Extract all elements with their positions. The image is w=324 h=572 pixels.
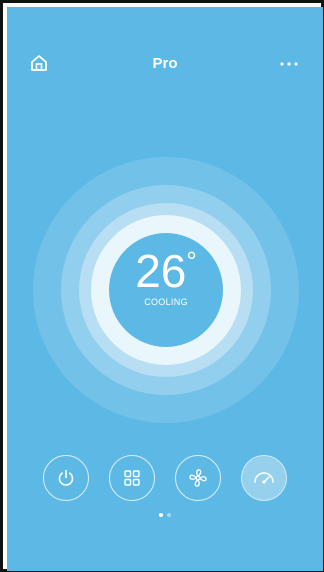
page-dot[interactable]	[167, 513, 171, 517]
mode-button[interactable]	[109, 455, 155, 501]
temperature-unit: °	[186, 246, 197, 276]
fan-button[interactable]	[175, 455, 221, 501]
header: Pro	[7, 7, 323, 72]
page-indicator	[7, 513, 323, 517]
temperature-value: 26	[135, 245, 187, 297]
page-dot-active[interactable]	[159, 513, 163, 517]
power-button[interactable]	[43, 455, 89, 501]
eco-gauge-icon	[254, 472, 274, 484]
page-title: Pro	[152, 55, 178, 72]
eco-button[interactable]	[241, 455, 287, 501]
mode-label: COOLING	[144, 297, 188, 307]
more-horizontal-icon	[280, 62, 298, 66]
device-frame: Pro 26° COOLING	[0, 0, 324, 572]
power-icon	[58, 469, 74, 486]
temperature-display: 26°	[109, 247, 223, 295]
app-screen: Pro 26° COOLING	[7, 7, 323, 571]
grid-icon	[124, 470, 140, 486]
fan-icon	[189, 469, 207, 487]
more-button[interactable]	[277, 57, 301, 71]
